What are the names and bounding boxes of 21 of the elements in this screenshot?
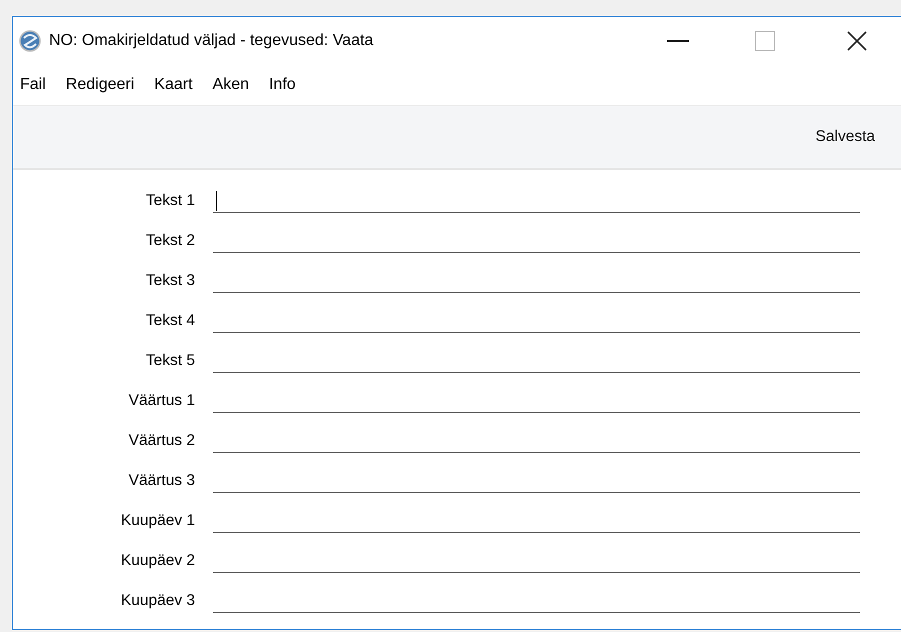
input-field[interactable]	[213, 191, 860, 213]
field-label: Tekst 4	[144, 312, 196, 330]
field-label: Kuupäev 1	[120, 512, 196, 530]
menu-item[interactable]: Info	[264, 76, 302, 94]
field-label: Väärtus 3	[128, 472, 196, 490]
field-label: Väärtus 2	[128, 432, 196, 450]
field-label: Väärtus 1	[128, 392, 196, 410]
field-label: Kuupäev 2	[120, 552, 196, 570]
field-label: Tekst 1	[144, 192, 196, 210]
field-label: Tekst 3	[144, 272, 196, 290]
close-icon[interactable]	[847, 31, 867, 51]
app-icon	[19, 30, 41, 52]
menu-item[interactable]: Redigeeri	[60, 76, 140, 94]
save-button[interactable]: Salvesta	[814, 126, 877, 148]
window-title: NO: Omakirjeldatud väljad - tegevused: Vaata	[49, 32, 374, 50]
menu-item[interactable]: Aken	[208, 76, 255, 94]
field-label: Kuupäev 3	[120, 592, 196, 610]
menu-item[interactable]: Fail	[15, 76, 52, 94]
field-label: Tekst 5	[144, 352, 196, 370]
field-label: Tekst 2	[144, 232, 196, 250]
menu-item[interactable]: Kaart	[149, 76, 199, 94]
